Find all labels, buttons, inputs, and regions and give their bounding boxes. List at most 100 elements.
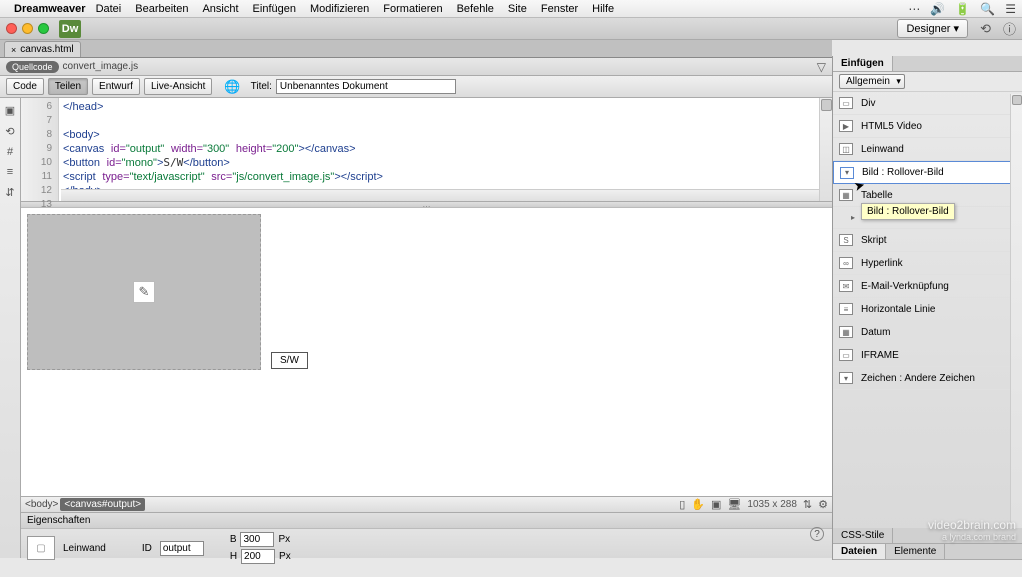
zoom-window-button[interactable] [38,23,49,34]
design-view-button[interactable]: Entwurf [92,78,140,95]
sync-icon[interactable]: ⟲ [980,21,991,37]
settings-icon[interactable]: ⚙ [818,498,828,511]
insert-item-video[interactable]: ▶HTML5 Video [833,115,1022,138]
menu-formatieren[interactable]: Formatieren [383,3,442,15]
info-icon[interactable]: ⓘ [1003,19,1016,38]
app-name[interactable]: Dreamweaver [14,3,86,15]
menu-bearbeiten[interactable]: Bearbeiten [135,3,188,15]
canvas-placeholder[interactable]: ✎ [27,214,261,370]
chevron-icon[interactable]: ⇅ [803,498,812,511]
device-icon[interactable]: 🖥 [727,498,741,511]
menu-befehle[interactable]: Befehle [457,3,494,15]
design-preview[interactable]: ✎ S/W [21,208,832,496]
document-toolbar: Code Teilen Entwurf Live-Ansicht 🌐 Titel… [0,76,832,98]
title-label: Titel: [251,81,272,92]
element-type: Leinwand [63,543,106,554]
tag-breadcrumb[interactable]: <body> [25,499,58,510]
insert-list: ▭Div ▶HTML5 Video ◫Leinwand ▾Bild : Roll… [833,92,1022,390]
tool-icon[interactable]: ▣ [5,104,15,117]
dreamweaver-logo: Dw [59,20,81,38]
preview-browser-icon[interactable]: 🌐 [224,79,240,95]
insert-item-date[interactable]: ▦Datum [833,321,1022,344]
insert-item-script[interactable]: SSkript [833,229,1022,252]
window-size[interactable]: 1035 x 288 [747,499,797,510]
elements-tab[interactable]: Elemente [886,544,945,559]
bluetooth-icon[interactable]: ⋯ [908,2,920,16]
px-label: Px [279,551,291,562]
date-icon: ▦ [839,326,853,338]
workspace-switcher[interactable]: Designer ▾ [897,19,968,38]
hr-icon: ≡ [839,303,853,315]
id-label: ID [142,543,152,554]
live-view-button[interactable]: Live-Ansicht [144,78,212,95]
panel-scrollbar[interactable] [1010,94,1022,544]
height-input[interactable] [241,549,275,564]
help-icon[interactable]: ? [810,527,824,541]
tag-breadcrumb-selected[interactable]: <canvas#output> [60,498,145,511]
line-number-gutter: 678910111213 [21,98,59,201]
insert-panel: Einfügen Allgemein ▭Div ▶HTML5 Video ◫Le… [832,56,1022,560]
related-file-link[interactable]: convert_image.js [63,61,139,72]
height-label: H [230,551,237,562]
filter-icon[interactable]: ▽ [817,60,826,74]
code-editor[interactable]: 678910111213 </head> <body> <canvas id="… [21,98,832,202]
insert-item-div[interactable]: ▭Div [833,92,1022,115]
menu-datei[interactable]: Datei [96,3,122,15]
code-content[interactable]: </head> <body> <canvas id="output" width… [59,98,832,201]
properties-header[interactable]: Eigenschaften [21,513,832,529]
volume-icon[interactable]: 🔊 [930,2,945,16]
tool-icon[interactable]: ⟲ [5,125,14,138]
menu-ansicht[interactable]: Ansicht [202,3,238,15]
chevron-down-icon: ▾ [954,23,960,35]
css-styles-tab[interactable]: CSS-Stile [833,528,893,543]
properties-panel: Eigenschaften ▢ Leinwand ID B Px H [21,512,832,558]
category-dropdown[interactable]: Allgemein [839,74,905,89]
close-tab-icon[interactable]: × [11,45,16,55]
tool-icon[interactable]: ⇵ [5,186,14,199]
window-titlebar: Dw Designer ▾ ⟲ ⓘ [0,18,1022,40]
insert-panel-tab[interactable]: Einfügen [833,56,893,71]
source-code-button[interactable]: Quellcode [6,61,59,73]
files-tab[interactable]: Dateien [833,544,886,559]
menu-einfuegen[interactable]: Einfügen [253,3,296,15]
tool-icon[interactable]: ≡ [7,166,13,178]
document-tab[interactable]: × canvas.html [4,41,81,57]
related-files-bar: Quellcode convert_image.js ▽ [0,58,832,76]
menu-hilfe[interactable]: Hilfe [592,3,614,15]
select-tool-icon[interactable]: ▯ [679,498,685,511]
id-input[interactable] [160,541,204,556]
iframe-icon: ▭ [839,349,853,361]
div-icon: ▭ [839,97,853,109]
tool-icon[interactable]: # [7,146,13,158]
document-title-input[interactable] [276,79,456,94]
menu-fenster[interactable]: Fenster [541,3,578,15]
sw-button[interactable]: S/W [271,352,308,369]
insert-item-hyperlink[interactable]: ∞Hyperlink [833,252,1022,275]
code-view-button[interactable]: Code [6,78,44,95]
menu-extras-icon[interactable]: ☰ [1005,2,1016,16]
width-label: B [230,534,237,545]
hand-tool-icon[interactable]: ✋ [691,498,705,511]
zoom-tool-icon[interactable]: ▣ [711,498,721,511]
menu-modifizieren[interactable]: Modifizieren [310,3,369,15]
split-view-button[interactable]: Teilen [48,78,88,95]
menu-site[interactable]: Site [508,3,527,15]
horizontal-scrollbar[interactable] [61,189,819,201]
email-icon: ✉ [839,280,853,292]
insert-item-hr[interactable]: ≡Horizontale Linie [833,298,1022,321]
search-icon[interactable]: 🔍 [980,2,995,16]
insert-item-chars[interactable]: ▾Zeichen : Andere Zeichen [833,367,1022,390]
insert-item-email[interactable]: ✉E-Mail-Verknüpfung [833,275,1022,298]
battery-icon[interactable]: 🔋 [955,2,970,16]
insert-item-iframe[interactable]: ▭IFRAME [833,344,1022,367]
chars-icon: ▾ [839,372,853,384]
insert-item-canvas[interactable]: ◫Leinwand [833,138,1022,161]
link-icon: ∞ [839,257,853,269]
minimize-window-button[interactable] [22,23,33,34]
px-label: Px [278,534,290,545]
vertical-scrollbar[interactable] [819,98,832,201]
close-window-button[interactable] [6,23,17,34]
code-toolbar: ▣ ⟲ # ≡ ⇵ [0,98,21,558]
script-icon: S [839,234,853,246]
width-input[interactable] [240,532,274,547]
